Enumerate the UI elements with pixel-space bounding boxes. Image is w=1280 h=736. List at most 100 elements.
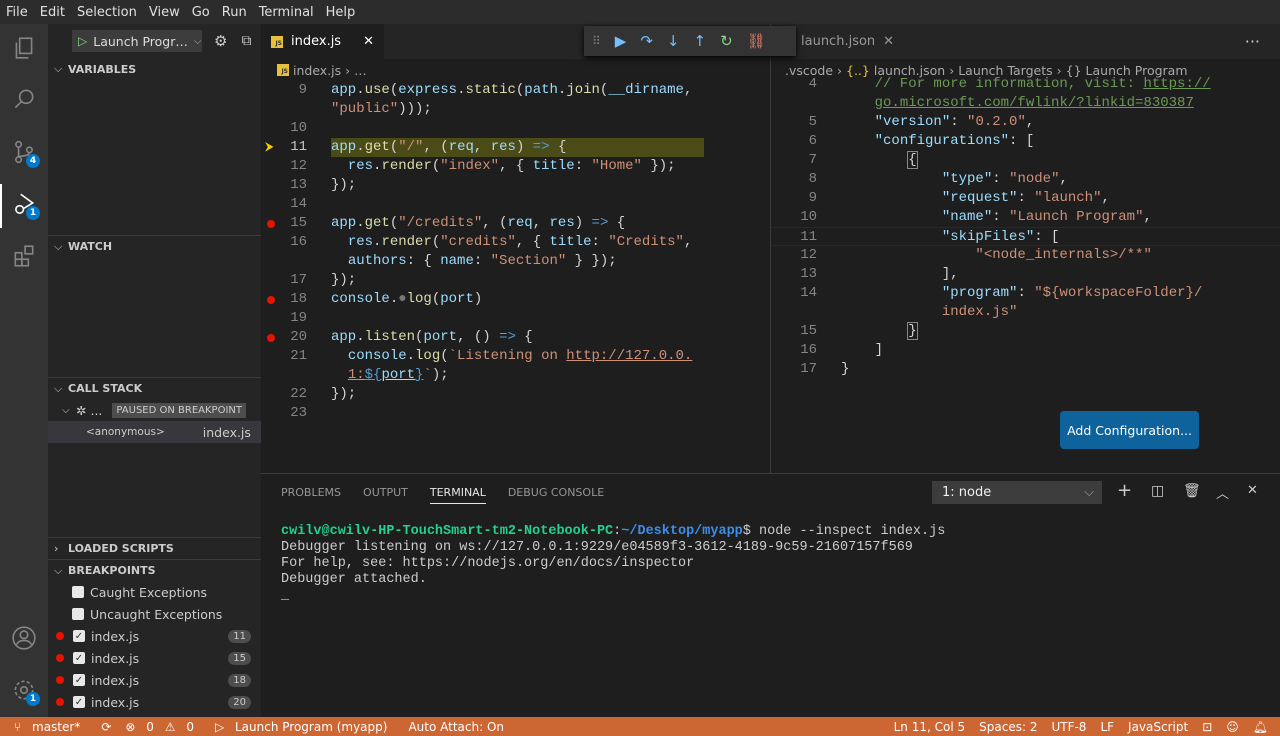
trash-icon[interactable]: 🗑 <box>1183 483 1201 499</box>
cursor-position[interactable]: Ln 11, Col 5 <box>887 720 973 734</box>
search-icon <box>14 89 34 109</box>
source-control-button[interactable]: 4 <box>0 128 48 176</box>
menu-run[interactable]: Run <box>216 5 253 20</box>
maximize-panel-icon[interactable]: ︿ <box>1216 483 1229 502</box>
close-panel-icon[interactable]: ✕ <box>1247 483 1258 498</box>
restart-icon[interactable]: ↻ <box>720 32 733 50</box>
chevron-down-icon: ⌵ <box>193 35 202 47</box>
breakpoint-icon <box>56 654 64 662</box>
extensions-button[interactable] <box>0 232 48 280</box>
watch-header[interactable]: ⌵ WATCH <box>48 235 261 257</box>
tab-terminal[interactable]: TERMINAL <box>429 486 486 504</box>
debug-badge: 1 <box>26 206 40 220</box>
account-icon <box>12 626 36 650</box>
menu-edit[interactable]: Edit <box>34 5 71 20</box>
manage-button[interactable]: 1 <box>0 666 48 714</box>
breakpoint-item[interactable]: ✓ index.js 11 <box>48 625 261 647</box>
extensions-icon <box>14 245 34 267</box>
caught-exceptions[interactable]: Caught Exceptions <box>48 581 261 603</box>
indentation[interactable]: Spaces: 2 <box>972 720 1044 734</box>
call-stack-header[interactable]: ⌵ CALL STACK <box>48 377 261 399</box>
new-terminal-icon[interactable]: + <box>1117 480 1132 501</box>
js-file-icon: JS <box>271 35 283 48</box>
checkbox[interactable]: ✓ <box>73 674 85 686</box>
menu-bar: File Edit Selection View Go Run Terminal… <box>0 0 1280 24</box>
launch-config-label: Launch Progr… <box>93 33 188 49</box>
step-over-icon[interactable]: ↷ <box>640 32 653 50</box>
checkbox[interactable]: ✓ <box>73 652 85 664</box>
menu-file[interactable]: File <box>0 5 34 20</box>
feedback-icon[interactable]: ☺ <box>1219 720 1246 734</box>
loaded-scripts-header[interactable]: › LOADED SCRIPTS <box>48 537 261 559</box>
launch-config-select[interactable]: ▷ Launch Progr… ⌵ <box>72 30 202 52</box>
debug-console-icon[interactable]: ⧉ <box>241 33 251 49</box>
breakpoint-icon[interactable] <box>267 296 275 304</box>
settings-badge: 1 <box>26 692 40 706</box>
tab-problems[interactable]: PROBLEMS <box>281 486 341 499</box>
breakpoint-icon[interactable] <box>267 220 275 228</box>
terminal-icon[interactable]: ⊡ <box>1195 720 1219 734</box>
close-icon[interactable]: ✕ <box>883 34 894 49</box>
start-debug-icon[interactable]: ▷ <box>78 34 87 48</box>
close-icon[interactable]: ✕ <box>363 34 374 49</box>
stack-frame[interactable]: <anonymous> index.js <box>48 421 261 443</box>
breakpoint-icon[interactable] <box>267 334 275 342</box>
sync-icon[interactable]: ⟳ <box>94 720 118 734</box>
menu-go[interactable]: Go <box>186 5 216 20</box>
variables-header[interactable]: ⌵ VARIABLES <box>48 58 261 80</box>
continue-icon[interactable]: ▶ <box>615 32 627 50</box>
language-mode[interactable]: JavaScript <box>1121 720 1195 734</box>
breakpoint-item[interactable]: ✓ index.js 20 <box>48 691 261 713</box>
terminal-cursor: _ <box>281 588 290 603</box>
drag-handle-icon[interactable]: ⠿ <box>592 34 601 48</box>
checkbox[interactable] <box>72 608 84 620</box>
bell-icon[interactable]: 🔔︎ <box>1246 720 1280 734</box>
tab-debug-console[interactable]: DEBUG CONSOLE <box>508 486 604 499</box>
checkbox[interactable]: ✓ <box>73 696 85 708</box>
encoding[interactable]: UTF-8 <box>1044 720 1093 734</box>
current-line-icon: ⮞ <box>265 140 274 154</box>
tab-output[interactable]: OUTPUT <box>363 486 408 499</box>
checkbox[interactable]: ✓ <box>73 630 85 642</box>
more-actions-icon[interactable]: ··· <box>1245 32 1260 51</box>
menu-terminal[interactable]: Terminal <box>253 5 320 20</box>
debug-sidebar: ▷ Launch Progr… ⌵ ⚙ ⧉ ⌵ VARIABLES ⌵ WATCH ⌵ C… <box>48 24 261 717</box>
explorer-button[interactable] <box>0 24 48 72</box>
menu-help[interactable]: Help <box>320 5 362 20</box>
step-into-icon[interactable]: ↓ <box>667 32 680 50</box>
tab-index-js[interactable]: JS index.js ✕ <box>261 24 384 59</box>
breakpoint-item[interactable]: ✓ index.js 18 <box>48 669 261 691</box>
launch-status[interactable]: ▷ Launch Program (myapp) <box>208 720 402 734</box>
menu-view[interactable]: View <box>143 5 186 20</box>
activity-bar: 4 1 1 <box>0 24 48 717</box>
gear-icon[interactable]: ⚙ <box>214 32 227 50</box>
code-editor[interactable]: 9 app.use(express.static(path.join(__dirn… <box>261 81 770 473</box>
breakpoint-icon <box>56 676 64 684</box>
accounts-button[interactable] <box>0 614 48 662</box>
terminal-select[interactable]: 1: node ⌵ <box>932 481 1102 504</box>
problems-indicator[interactable]: ⊗ 0 ⚠ 0 <box>118 720 208 734</box>
left-editor-group: JS index.js ✕ JS index.js ›… 9 app.use(expres… <box>261 24 770 473</box>
step-out-icon[interactable]: ↑ <box>694 32 707 50</box>
chevron-down-icon: ⌵ <box>1084 485 1094 500</box>
breakpoint-item[interactable]: ✓ index.js 15 <box>48 647 261 669</box>
search-button[interactable] <box>0 75 48 123</box>
split-terminal-icon[interactable]: ◫ <box>1151 483 1164 499</box>
checkbox[interactable] <box>72 586 84 598</box>
breadcrumb: JS index.js ›… <box>261 59 770 81</box>
paused-badge: PAUSED ON BREAKPOINT <box>112 402 246 418</box>
auto-attach[interactable]: Auto Attach: On <box>401 720 511 734</box>
json-editor[interactable]: 4 // For more information, visit: https:… <box>771 76 1280 473</box>
status-bar: ⑂ master* ⟳ ⊗ 0 ⚠ 0 ▷ Launch Program (my… <box>0 717 1280 736</box>
uncaught-exceptions[interactable]: Uncaught Exceptions <box>48 603 261 625</box>
run-debug-button[interactable]: 1 <box>0 180 48 228</box>
terminal-output[interactable]: cwilv@cwilv-HP-TouchSmart-tm2-Notebook-P… <box>261 510 1280 604</box>
branch-indicator[interactable]: ⑂ master* <box>0 720 94 734</box>
thread-row[interactable]: ⌵ ✲... PAUSED ON BREAKPOINT <box>48 399 261 421</box>
breakpoints-header[interactable]: ⌵ BREAKPOINTS <box>48 559 261 581</box>
disconnect-icon[interactable]: ⛓ <box>747 32 766 50</box>
files-icon <box>15 37 33 59</box>
eol[interactable]: LF <box>1093 720 1121 734</box>
add-configuration-button[interactable]: Add Configuration... <box>1060 411 1199 449</box>
menu-selection[interactable]: Selection <box>71 5 143 20</box>
